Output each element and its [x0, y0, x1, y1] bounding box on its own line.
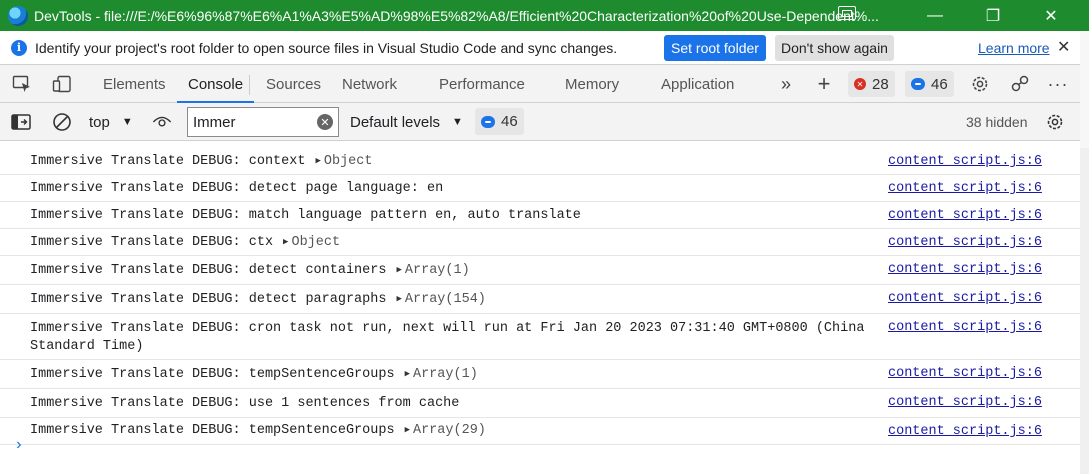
- source-link[interactable]: content_script.js:6: [888, 394, 1042, 412]
- error-count: 28: [872, 75, 889, 93]
- source-link[interactable]: content_script.js:6: [888, 207, 1042, 225]
- message-text: Immersive Translate DEBUG: detect page l…: [30, 181, 444, 196]
- minimize-button[interactable]: —: [912, 0, 958, 31]
- message-icon: [481, 115, 495, 128]
- message-object[interactable]: Array(29): [413, 423, 486, 438]
- expand-triangle-icon[interactable]: ▶: [396, 294, 401, 304]
- log-levels-value: Default levels: [350, 113, 441, 131]
- source-link[interactable]: content_script.js:6: [888, 365, 1042, 383]
- tab-performance[interactable]: Performance: [439, 65, 525, 103]
- message-count: 46: [931, 75, 948, 93]
- learn-more-link[interactable]: Learn more: [978, 40, 1050, 56]
- info-bar: i Identify your project's root folder to…: [0, 31, 1089, 65]
- source-link[interactable]: content_script.js:6: [888, 261, 1042, 279]
- message-text: Immersive Translate DEBUG: ctx: [30, 235, 274, 250]
- tab-memory[interactable]: Memory: [565, 65, 619, 103]
- edge-logo-icon: [8, 5, 28, 26]
- console-message: Immersive Translate DEBUG: cron task not…: [0, 314, 1080, 360]
- device-emulation-icon[interactable]: [52, 75, 72, 93]
- source-link[interactable]: content_script.js:6: [888, 153, 1042, 171]
- tab-elements[interactable]: Elements: [103, 65, 166, 103]
- console-settings-gear-icon[interactable]: [1045, 112, 1065, 132]
- inspect-element-icon[interactable]: [12, 75, 32, 93]
- console-message: Immersive Translate DEBUG: tempSentenceG…: [0, 360, 1080, 389]
- tab-sources[interactable]: Sources: [266, 65, 321, 103]
- console-messages: Immersive Translate DEBUG: context ▶ Objec…: [0, 148, 1080, 445]
- console-message: Immersive Translate DEBUG: use 1 sentenc…: [0, 389, 1080, 418]
- settings-gear-icon[interactable]: [970, 75, 990, 93]
- message-object[interactable]: Array(1): [413, 367, 478, 382]
- message-object[interactable]: Object: [324, 154, 373, 169]
- console-toolbar: top ▼ ✕ Default levels ▼ 46 38 hidden: [0, 103, 1089, 141]
- console-prompt[interactable]: ›: [14, 436, 24, 454]
- set-root-folder-button[interactable]: Set root folder: [664, 35, 766, 61]
- source-link[interactable]: content_script.js:6: [888, 423, 1042, 441]
- context-select[interactable]: top ▼: [89, 109, 133, 135]
- clear-console-icon[interactable]: [52, 112, 72, 132]
- tab-application[interactable]: Application: [661, 65, 734, 103]
- console-message: Immersive Translate DEBUG: detect paragr…: [0, 285, 1080, 314]
- console-message-count: 46: [501, 113, 518, 130]
- tab-network[interactable]: Network: [342, 65, 397, 103]
- context-value: top: [89, 113, 110, 131]
- chevron-down-icon: ▼: [121, 116, 133, 128]
- console-message-count-badge[interactable]: 46: [475, 108, 524, 135]
- filter-input[interactable]: [193, 113, 303, 131]
- console-message: Immersive Translate DEBUG: match languag…: [0, 202, 1080, 229]
- main-tab-bar: Elements Console Sources Network Perform…: [0, 65, 1089, 103]
- error-count-badge[interactable]: ✕ 28: [848, 71, 895, 97]
- info-message: Identify your project's root folder to o…: [35, 39, 618, 56]
- message-text: Immersive Translate DEBUG: tempSentenceG…: [30, 423, 395, 438]
- console-message: Immersive Translate DEBUG: context ▶ Objec…: [0, 148, 1080, 175]
- expand-triangle-icon[interactable]: ▶: [315, 156, 320, 166]
- live-expression-eye-icon[interactable]: [152, 112, 172, 132]
- message-text: Immersive Translate DEBUG: detect contai…: [30, 263, 387, 278]
- tab-console[interactable]: Console: [177, 65, 255, 103]
- screenshot-overlay-icon: [838, 6, 856, 20]
- console-message: Immersive Translate DEBUG: detect page l…: [0, 175, 1080, 202]
- source-link[interactable]: content_script.js:6: [888, 180, 1042, 198]
- message-text: Immersive Translate DEBUG: detect paragr…: [30, 292, 387, 307]
- expand-triangle-icon[interactable]: ▶: [405, 369, 410, 379]
- source-link[interactable]: content_script.js:6: [888, 234, 1042, 252]
- window-title: DevTools - file:///E:/%E6%96%87%E6%A1%A3…: [34, 7, 879, 24]
- console-scrollbar[interactable]: [1080, 148, 1089, 474]
- message-object[interactable]: Object: [291, 235, 340, 250]
- source-link[interactable]: content_script.js:6: [888, 319, 1042, 337]
- expand-triangle-icon[interactable]: ▶: [283, 237, 288, 247]
- message-text: Immersive Translate DEBUG: context: [30, 154, 306, 169]
- expand-triangle-icon[interactable]: ▶: [396, 265, 401, 275]
- title-bar: DevTools - file:///E:/%E6%96%87%E6%A1%A3…: [0, 0, 1089, 31]
- message-icon: [911, 78, 925, 90]
- message-text: Immersive Translate DEBUG: match languag…: [30, 208, 581, 223]
- filter-input-box[interactable]: ✕: [187, 107, 339, 137]
- hidden-count: 38 hidden: [966, 114, 1028, 130]
- message-text: Immersive Translate DEBUG: cron task not…: [30, 321, 873, 354]
- message-count-badge[interactable]: 46: [905, 71, 954, 97]
- info-icon: i: [11, 39, 27, 56]
- log-levels-select[interactable]: Default levels ▼: [350, 109, 463, 135]
- close-window-button[interactable]: ✕: [1028, 0, 1074, 31]
- message-text: Immersive Translate DEBUG: tempSentenceG…: [30, 367, 395, 382]
- dont-show-again-button[interactable]: Don't show again: [775, 35, 894, 61]
- chevron-down-icon: ▼: [452, 116, 463, 128]
- source-link[interactable]: content_script.js:6: [888, 290, 1042, 308]
- clear-filter-icon[interactable]: ✕: [317, 114, 333, 130]
- console-message: Immersive Translate DEBUG: ctx ▶ Object co…: [0, 229, 1080, 256]
- more-tabs-icon[interactable]: »: [776, 74, 796, 94]
- expand-triangle-icon[interactable]: ▶: [405, 425, 410, 435]
- error-icon: ✕: [854, 78, 866, 90]
- console-message: Immersive Translate DEBUG: tempSentenceG…: [0, 418, 1080, 445]
- close-icon[interactable]: ✕: [1057, 37, 1070, 57]
- right-edge-panel: [1080, 31, 1089, 148]
- message-text: Immersive Translate DEBUG: use 1 sentenc…: [30, 396, 460, 411]
- message-object[interactable]: Array(1): [405, 263, 470, 278]
- maximize-button[interactable]: ❐: [970, 0, 1016, 31]
- message-object[interactable]: Array(154): [405, 292, 486, 307]
- sidebar-toggle-icon[interactable]: [11, 112, 31, 132]
- more-options-icon[interactable]: ···: [1048, 74, 1068, 94]
- connection-icon[interactable]: [1010, 75, 1030, 93]
- console-message: Immersive Translate DEBUG: detect contai…: [0, 256, 1080, 285]
- add-tab-icon[interactable]: +: [814, 71, 834, 96]
